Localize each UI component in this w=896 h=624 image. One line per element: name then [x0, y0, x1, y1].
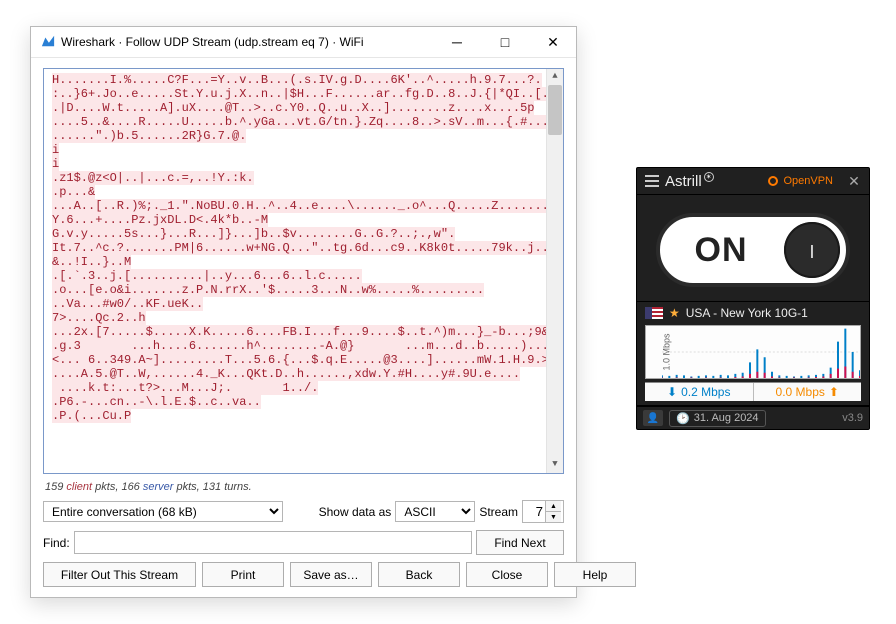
conversation-select[interactable]: Entire conversation (68 kB)	[43, 501, 283, 522]
close-button-footer[interactable]: Close	[466, 562, 548, 587]
close-icon[interactable]: ✕	[845, 173, 863, 190]
user-info-button[interactable]: 👤	[643, 410, 663, 426]
connection-toggle[interactable]: ON |	[656, 213, 850, 287]
scroll-thumb[interactable]	[548, 85, 562, 135]
find-next-button[interactable]: Find Next	[476, 530, 564, 555]
wireshark-window: Wireshark · Follow UDP Stream (udp.strea…	[30, 26, 577, 598]
status-bar: 👤 🕑 31. Aug 2024 v3.9	[637, 406, 869, 429]
astrill-window: Astrill✶ OpenVPN ✕ ON | ★ USA - New York…	[636, 167, 870, 430]
find-input[interactable]	[74, 531, 472, 554]
upload-arrow-icon: ⬆	[829, 385, 839, 399]
filter-out-button[interactable]: Filter Out This Stream	[43, 562, 196, 587]
scrollbar[interactable]: ▲ ▼	[546, 69, 563, 473]
find-row: Find: Find Next	[43, 530, 564, 555]
hamburger-menu-icon[interactable]	[645, 175, 659, 187]
clock-icon: 🕑	[676, 412, 690, 425]
flag-usa-icon	[645, 307, 663, 319]
window-body: H.......I.%.....C?F...=Y..v..B...(.s.IV.…	[31, 58, 576, 597]
find-label: Find:	[43, 536, 70, 550]
astrill-titlebar[interactable]: Astrill✶ OpenVPN ✕	[637, 168, 869, 195]
connection-toggle-area: ON |	[637, 195, 869, 302]
astrill-logo: Astrill✶	[665, 173, 714, 190]
window-title: Wireshark · Follow UDP Stream (udp.strea…	[61, 35, 430, 49]
stream-down-icon[interactable]: ▼	[545, 511, 561, 522]
stream-text-view[interactable]: H.......I.%.....C?F...=Y..v..B...(.s.IV.…	[43, 68, 564, 474]
back-button[interactable]: Back	[378, 562, 460, 587]
minimize-button[interactable]: ─	[436, 28, 478, 56]
expiry-date[interactable]: 🕑 31. Aug 2024	[669, 410, 766, 427]
upload-speed: 0.0 Mbps	[776, 385, 825, 399]
version-label: v3.9	[842, 412, 863, 424]
packet-summary: 159 client pkts, 166 server pkts, 131 tu…	[43, 481, 564, 493]
maximize-button[interactable]: □	[484, 28, 526, 56]
stream-number-spinner[interactable]: ▲ ▼	[522, 500, 564, 523]
button-bar: Filter Out This Stream Print Save as… Ba…	[43, 562, 564, 587]
server-panel: ★ USA - New York 10G-1 1.0 Mbps ⬇ 0.2 Mb…	[637, 302, 869, 406]
scroll-down-icon[interactable]: ▼	[547, 457, 563, 473]
speed-readout: ⬇ 0.2 Mbps 0.0 Mbps ⬆	[645, 382, 861, 401]
protocol-selector[interactable]: OpenVPN	[767, 175, 833, 187]
download-speed: 0.2 Mbps	[681, 385, 730, 399]
save-as-button[interactable]: Save as…	[290, 562, 372, 587]
help-button[interactable]: Help	[554, 562, 636, 587]
throughput-chart: 1.0 Mbps	[645, 325, 861, 379]
titlebar[interactable]: Wireshark · Follow UDP Stream (udp.strea…	[31, 27, 576, 58]
close-button[interactable]: ✕	[532, 28, 574, 56]
stream-number-input[interactable]	[523, 501, 545, 522]
server-selector[interactable]: ★ USA - New York 10G-1	[645, 306, 861, 320]
stream-label: Stream	[479, 505, 518, 519]
display-options-row: Entire conversation (68 kB) Show data as…	[43, 500, 564, 523]
scroll-up-icon[interactable]: ▲	[547, 69, 563, 85]
toggle-knob[interactable]: |	[784, 222, 840, 278]
favorite-star-icon[interactable]: ★	[669, 306, 680, 320]
show-as-select[interactable]: ASCII	[395, 501, 475, 522]
show-as-label: Show data as	[319, 505, 392, 519]
toggle-on-label: ON	[666, 231, 776, 270]
print-button[interactable]: Print	[202, 562, 284, 587]
server-name: USA - New York 10G-1	[686, 306, 808, 320]
stream-up-icon[interactable]: ▲	[545, 501, 561, 511]
wireshark-icon	[41, 34, 55, 51]
download-arrow-icon: ⬇	[667, 385, 677, 399]
